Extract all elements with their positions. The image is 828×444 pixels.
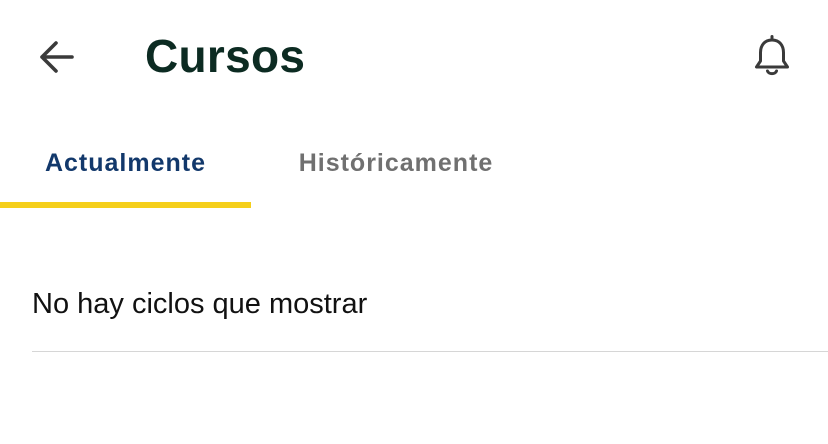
active-tab-indicator [0, 202, 251, 208]
page-title: Cursos [145, 30, 306, 82]
tab-actualmente[interactable]: Actualmente [0, 118, 251, 208]
empty-state-message: No hay ciclos que mostrar [32, 288, 368, 320]
empty-state-row: No hay ciclos que mostrar [32, 268, 828, 352]
tab-historicamente[interactable]: Históricamente [251, 118, 541, 208]
arrow-left-icon [40, 41, 74, 73]
app-header: Cursos [0, 0, 828, 115]
notifications-button[interactable] [746, 30, 798, 82]
back-button[interactable] [28, 32, 84, 82]
course-tabs: Actualmente Históricamente [0, 118, 828, 210]
course-list: No hay ciclos que mostrar [0, 210, 828, 444]
bell-icon [755, 35, 789, 76]
